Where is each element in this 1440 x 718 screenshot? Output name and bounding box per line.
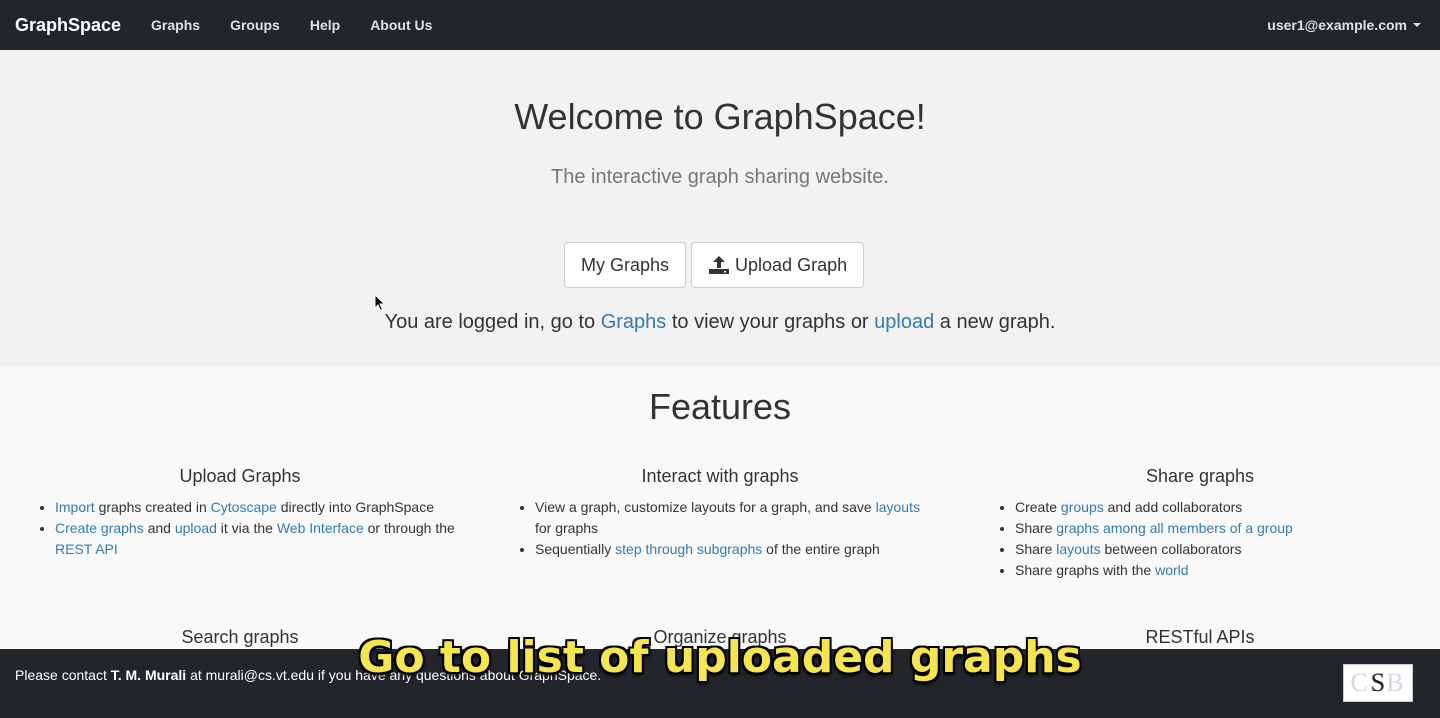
list-text: or through the: [363, 520, 455, 536]
feature-list: View a graph, customize layouts for a gr…: [480, 497, 960, 560]
list-text: for graphs: [535, 520, 599, 536]
upload-graph-button[interactable]: Upload Graph: [691, 242, 865, 288]
list-text: View a graph, customize layouts for a gr…: [535, 499, 876, 515]
share-layouts-link[interactable]: layouts: [1056, 541, 1100, 557]
feature-share-graphs: Share graphs Create groups and add colla…: [960, 466, 1440, 581]
step-through-subgraphs-link[interactable]: step through subgraphs: [615, 541, 762, 557]
list-item: Share graphs with the world: [1015, 560, 1420, 581]
list-text: Create: [1015, 499, 1061, 515]
feature-list: Import graphs created in Cytoscape direc…: [0, 497, 480, 560]
import-link[interactable]: Import: [55, 499, 95, 515]
list-text: between collaborators: [1100, 541, 1242, 557]
feature-title: Share graphs: [1145, 466, 1255, 486]
welcome-jumbotron: Welcome to GraphSpace! The interactive g…: [0, 50, 1440, 367]
page-subtitle: The interactive graph sharing website.: [551, 166, 889, 188]
list-item: Import graphs created in Cytoscape direc…: [55, 497, 460, 518]
upload-link[interactable]: upload: [874, 311, 934, 333]
list-text: it via the: [216, 520, 277, 536]
mouse-cursor-icon: [374, 294, 386, 312]
list-text: Share graphs with the: [1015, 562, 1156, 578]
list-text: graphs created in: [94, 499, 211, 515]
list-item: Sequentially step through subgraphs of t…: [535, 539, 940, 560]
list-text: of the entire graph: [762, 541, 880, 557]
nav-about-us[interactable]: About Us: [370, 17, 432, 33]
action-buttons: My Graphs Upload Graph: [564, 242, 865, 288]
upload-feature-link[interactable]: upload: [175, 520, 217, 536]
logged-in-middle: to view your graphs or: [666, 311, 875, 333]
feature-title: Upload Graphs: [179, 466, 301, 486]
top-navbar: GraphSpace Graphs Groups Help About Us u…: [0, 0, 1440, 50]
list-text: Share: [1015, 520, 1057, 536]
cytoscape-link[interactable]: Cytoscape: [211, 499, 277, 515]
group-sharing-link[interactable]: graphs among all members of a group: [1056, 520, 1293, 536]
list-text: directly into GraphSpace: [276, 499, 435, 515]
page-title: Welcome to GraphSpace!: [514, 96, 926, 137]
my-graphs-label: My Graphs: [581, 254, 670, 275]
features-heading: Features: [648, 386, 792, 427]
list-item: View a graph, customize layouts for a gr…: [535, 497, 940, 539]
nav-groups[interactable]: Groups: [230, 17, 280, 33]
groups-link[interactable]: groups: [1061, 499, 1104, 515]
list-text: Sequentially: [535, 541, 616, 557]
brand-logo-link[interactable]: GraphSpace: [15, 15, 121, 36]
logged-in-prefix: You are logged in, go to: [384, 311, 601, 333]
list-item: Create graphs and upload it via the Web …: [55, 518, 460, 560]
nav-graphs[interactable]: Graphs: [151, 17, 200, 33]
list-text: and add collaborators: [1103, 499, 1243, 515]
video-caption-overlay: Go to list of uploaded graphs: [358, 632, 1082, 683]
user-email: user1@example.com: [1267, 17, 1407, 33]
rest-api-link[interactable]: REST API: [55, 541, 118, 557]
create-graphs-link[interactable]: Create graphs: [55, 520, 144, 536]
graphs-link[interactable]: Graphs: [601, 311, 667, 333]
my-graphs-button[interactable]: My Graphs: [564, 242, 687, 288]
feature-interact-with-graphs: Interact with graphs View a graph, custo…: [480, 466, 960, 560]
layouts-link[interactable]: layouts: [876, 499, 920, 515]
upload-graph-label: Upload Graph: [735, 254, 848, 275]
logged-in-suffix: a new graph.: [934, 311, 1056, 333]
world-link[interactable]: world: [1155, 562, 1188, 578]
feature-list: Create groups and add collaborators Shar…: [960, 497, 1440, 581]
feature-upload-graphs: Upload Graphs Import graphs created in C…: [0, 466, 480, 560]
list-text: Share: [1015, 541, 1057, 557]
list-text: and: [143, 520, 175, 536]
list-item: Share graphs among all members of a grou…: [1015, 518, 1420, 539]
user-menu-dropdown[interactable]: user1@example.com: [1267, 0, 1421, 50]
caret-down-icon: [1413, 23, 1421, 27]
feature-title: Interact with graphs: [641, 466, 799, 486]
logged-in-message: You are logged in, go to Graphs to view …: [0, 311, 1440, 334]
list-item: Create groups and add collaborators: [1015, 497, 1420, 518]
upload-icon: [709, 256, 730, 274]
web-interface-link[interactable]: Web Interface: [277, 520, 364, 536]
nav-help[interactable]: Help: [310, 17, 340, 33]
list-item: Share layouts between collaborators: [1015, 539, 1420, 560]
